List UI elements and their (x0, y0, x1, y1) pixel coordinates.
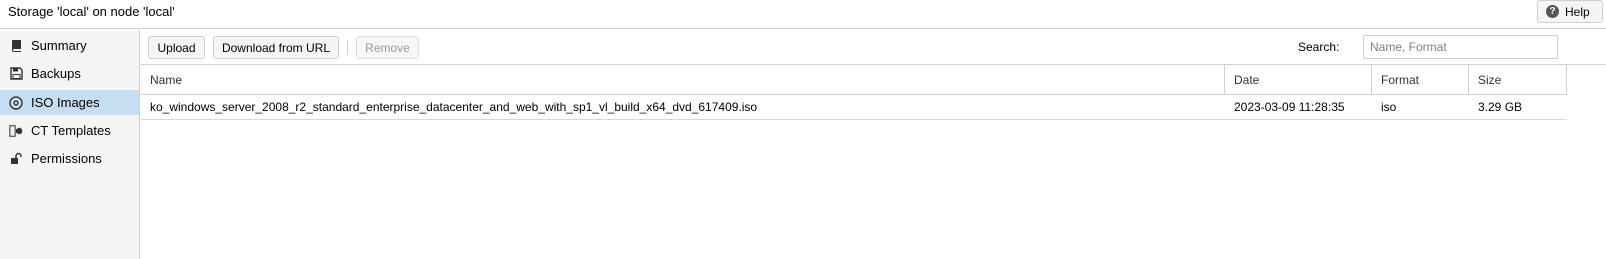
search-label: Search: (1298, 40, 1340, 54)
unlock-icon (9, 152, 23, 166)
remove-button[interactable]: Remove (356, 36, 419, 59)
sidebar-item-iso-images[interactable]: ISO Images (0, 90, 139, 115)
download-from-url-button[interactable]: Download from URL (213, 36, 339, 59)
floppy-icon (9, 67, 23, 81)
sidebar-item-permissions[interactable]: Permissions (0, 146, 139, 171)
grid-header: Name Date Format Size (141, 65, 1567, 95)
column-header-size[interactable]: Size (1469, 65, 1567, 94)
book-icon (9, 39, 23, 53)
sidebar-item-ct-templates[interactable]: CT Templates (0, 118, 139, 143)
toolbar-separator (347, 40, 348, 55)
sidebar-item-label: ISO Images (31, 95, 100, 110)
help-button-label: Help (1565, 4, 1590, 19)
sidebar-item-label: CT Templates (31, 123, 111, 138)
sidebar: Summary Backups ISO Images CT Templates … (0, 30, 140, 259)
toolbar: Upload Download from URL Remove Search: (141, 30, 1606, 65)
panel-title: Storage 'local' on node 'local' (8, 4, 175, 19)
templates-icon (9, 124, 23, 138)
question-icon: ? (1546, 5, 1559, 18)
upload-button[interactable]: Upload (148, 36, 205, 59)
disc-icon (9, 95, 23, 110)
search-input[interactable] (1363, 35, 1558, 59)
sidebar-item-backups[interactable]: Backups (0, 61, 139, 86)
column-header-format[interactable]: Format (1372, 65, 1469, 94)
sidebar-item-summary[interactable]: Summary (0, 33, 139, 58)
cell-format: iso (1381, 100, 1397, 114)
cell-name: ko_windows_server_2008_r2_standard_enter… (150, 100, 758, 114)
help-button[interactable]: ? Help (1537, 0, 1603, 23)
column-header-name[interactable]: Name (141, 65, 1225, 94)
sidebar-item-label: Backups (31, 66, 81, 81)
cell-size: 3.29 GB (1478, 100, 1523, 114)
sidebar-item-label: Permissions (31, 151, 102, 166)
column-header-date[interactable]: Date (1225, 65, 1372, 94)
sidebar-item-label: Summary (31, 38, 87, 53)
cell-date: 2023-03-09 11:28:35 (1234, 100, 1345, 114)
table-row[interactable]: ko_windows_server_2008_r2_standard_enter… (141, 95, 1567, 120)
panel-header: Storage 'local' on node 'local' ? Help (0, 0, 1606, 29)
